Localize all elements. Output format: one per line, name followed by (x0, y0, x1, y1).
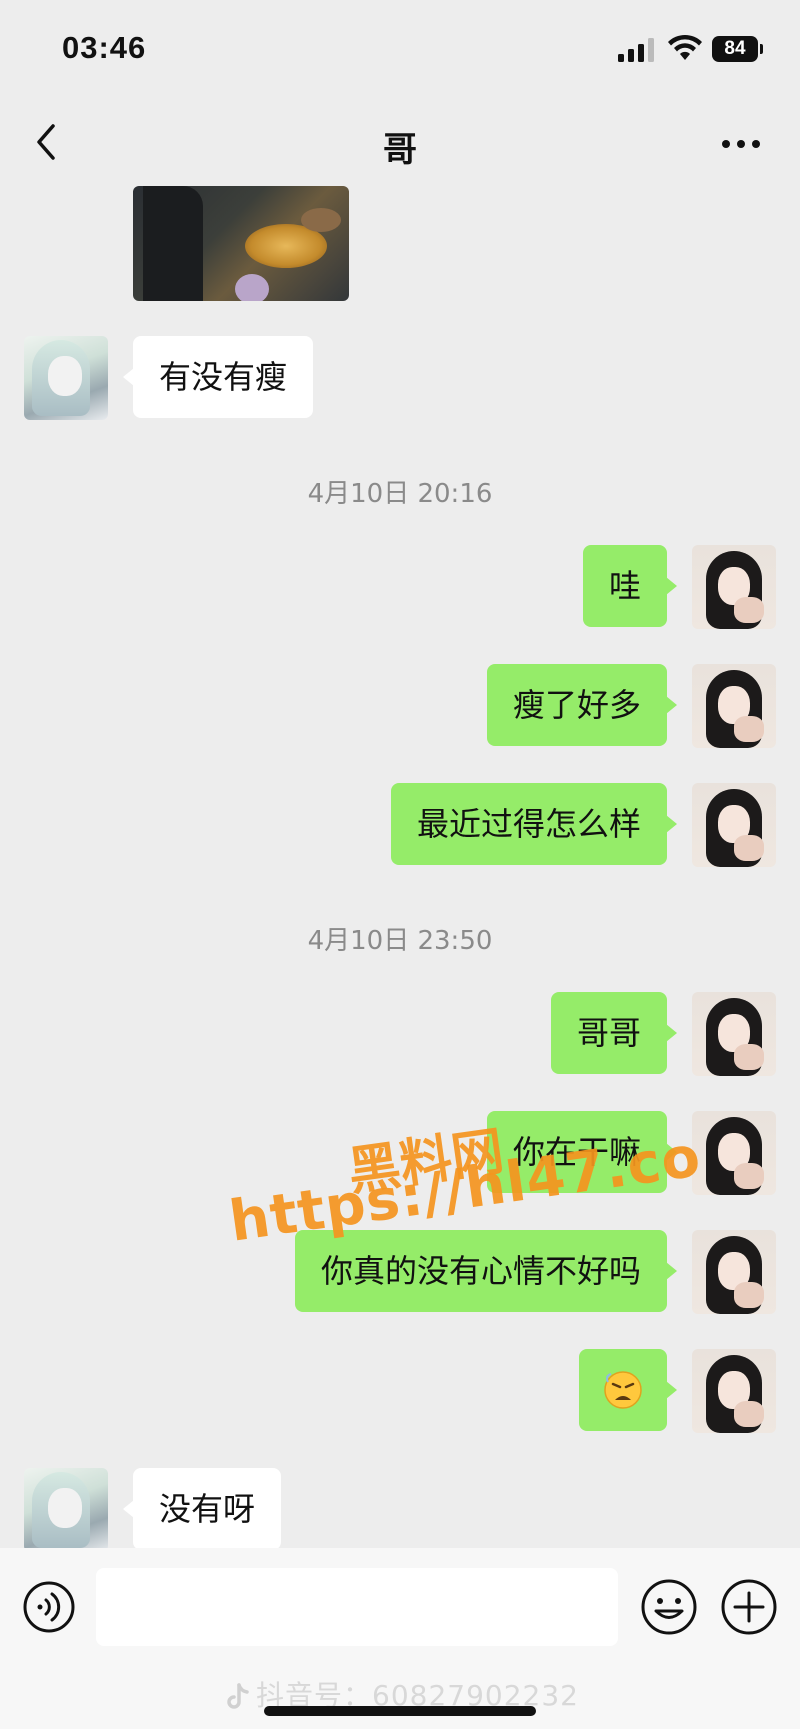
voice-icon[interactable] (22, 1580, 76, 1634)
photo-dish (301, 208, 341, 232)
self-avatar[interactable] (692, 545, 776, 629)
avatar-hand (734, 1282, 764, 1308)
timestamp: 4月10日 23:50 (307, 926, 493, 956)
message-bubble-sent[interactable]: 哇 (582, 545, 678, 627)
self-avatar[interactable] (692, 1111, 776, 1195)
self-avatar[interactable] (692, 992, 776, 1076)
self-avatar[interactable] (692, 783, 776, 867)
avatar-face (48, 1488, 82, 1528)
message-text: 你真的没有心情不好吗 (320, 1252, 641, 1290)
avatar-face (48, 356, 82, 396)
contact-avatar[interactable] (24, 336, 108, 420)
shared-photo[interactable] (133, 186, 349, 301)
message-bubble-received[interactable]: 没有呀 (122, 1468, 282, 1550)
message-bubble-sent[interactable]: 最近过得怎么样 (390, 783, 678, 865)
angry-face-emoji (604, 1371, 642, 1409)
message-input[interactable] (96, 1568, 618, 1646)
message-bubble-received[interactable]: 有没有瘦 (122, 336, 314, 418)
message-text: 没有呀 (159, 1490, 256, 1528)
douyin-logo-icon (227, 1683, 249, 1709)
contact-avatar[interactable] (24, 1468, 108, 1552)
avatar-hand (734, 835, 764, 861)
message-text: 哥哥 (576, 1014, 641, 1052)
plus-icon[interactable] (720, 1578, 778, 1636)
chat-area: 有没有瘦 4月10日 20:16 哇 瘦了好多 最近过得怎么样 4月10日 23… (0, 0, 800, 1729)
message-text: 哇 (608, 567, 641, 605)
message-bubble-sent[interactable]: 哥哥 (550, 992, 678, 1074)
message-bubble-sent[interactable]: 你真的没有心情不好吗 (294, 1230, 678, 1312)
message-text: 有没有瘦 (159, 358, 288, 396)
photo-person (143, 186, 203, 301)
photo-cup (235, 274, 269, 301)
home-indicator[interactable] (264, 1706, 536, 1716)
avatar-hand (734, 1163, 764, 1189)
message-text: 最近过得怎么样 (416, 805, 641, 843)
message-bubble-sent[interactable] (579, 1349, 677, 1431)
avatar-hand (734, 597, 764, 623)
timestamp: 4月10日 20:16 (307, 479, 493, 509)
avatar-hand (734, 1401, 764, 1427)
emoji-icon[interactable] (640, 1578, 698, 1636)
self-avatar[interactable] (692, 1349, 776, 1433)
self-avatar[interactable] (692, 1230, 776, 1314)
message-bubble-sent[interactable]: 瘦了好多 (486, 664, 678, 746)
self-avatar[interactable] (692, 664, 776, 748)
avatar-hand (734, 716, 764, 742)
message-text: 瘦了好多 (512, 686, 641, 724)
input-bar: 抖音号：60827902232 (0, 1548, 800, 1729)
avatar-hand (734, 1044, 764, 1070)
